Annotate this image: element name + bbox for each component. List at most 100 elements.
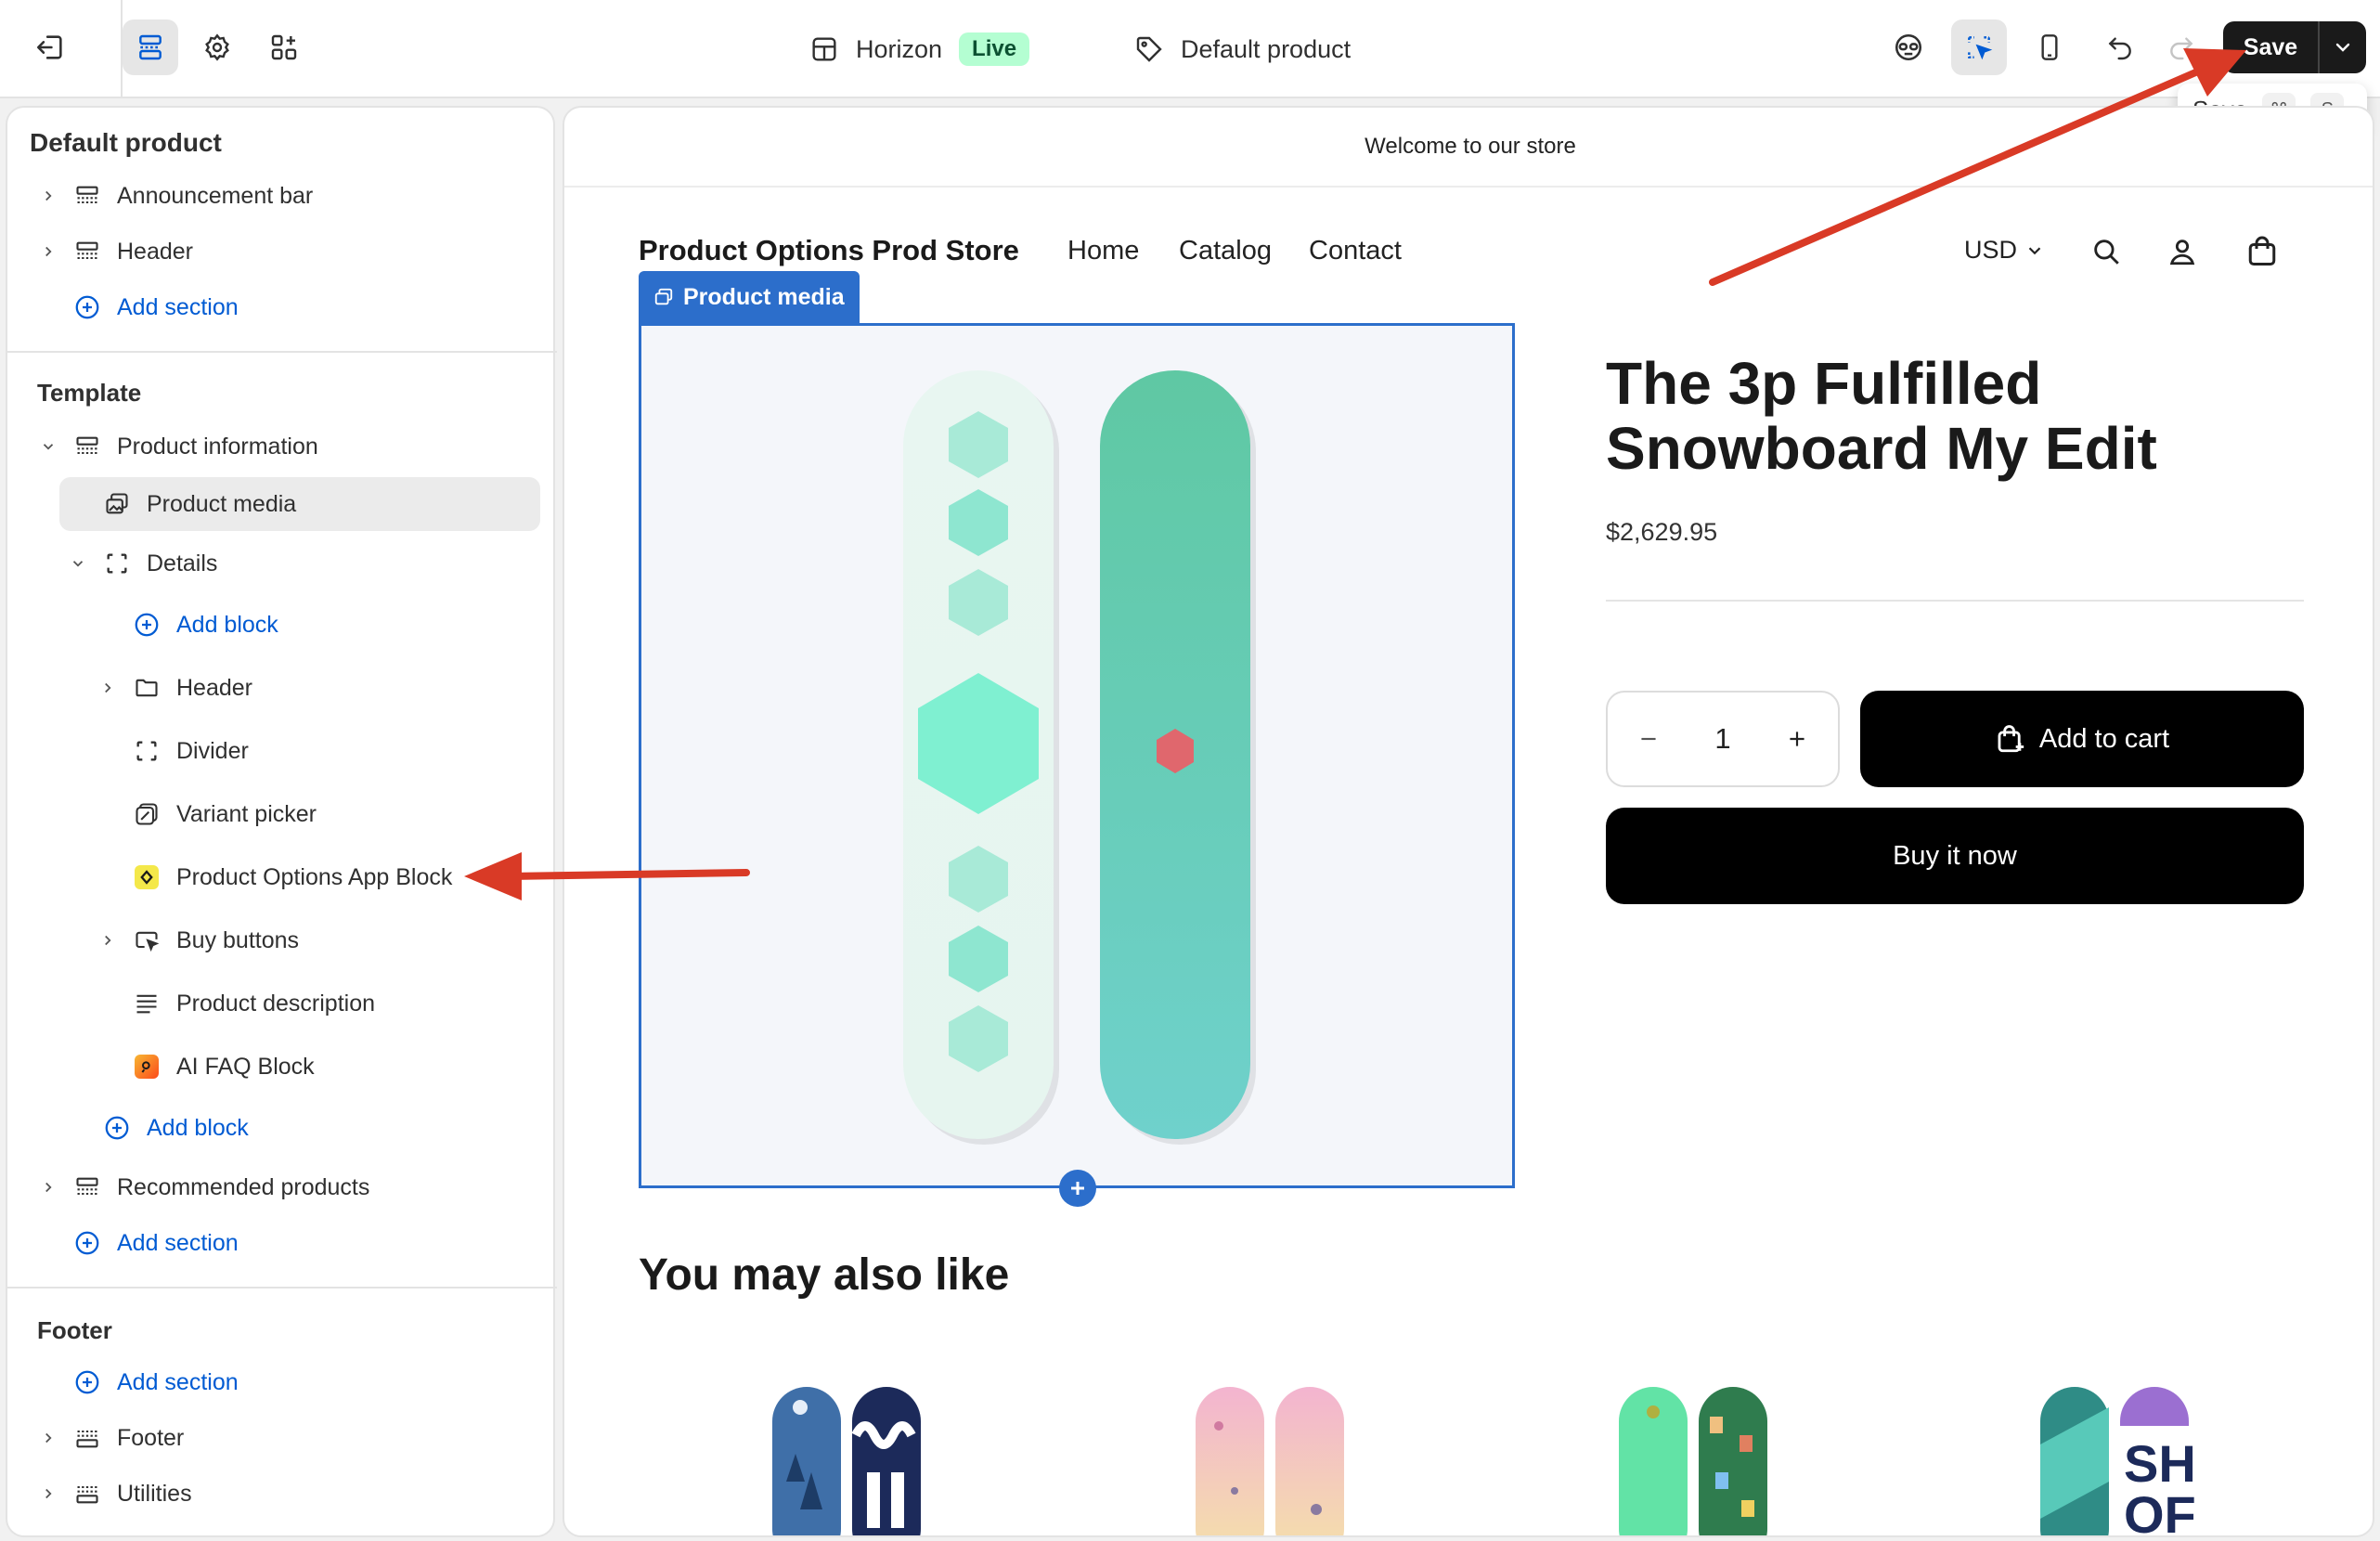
- undo-button[interactable]: [2092, 19, 2148, 75]
- chevron-right-icon: [45, 246, 52, 257]
- plus-circle-icon: [75, 1370, 99, 1394]
- sidebar-block-header[interactable]: Header: [95, 661, 252, 715]
- cart-button[interactable]: [2243, 232, 2282, 271]
- sidebar-block-product-options-app[interactable]: Product Options App Block: [132, 850, 452, 904]
- sidebar-block-product-description[interactable]: Product description: [132, 977, 375, 1030]
- nav-link-contact[interactable]: Contact: [1309, 236, 1402, 266]
- chevron-down-icon: [72, 561, 84, 567]
- ai-assistant-button[interactable]: [1881, 19, 1936, 75]
- sidebar-item-announcement-bar[interactable]: Announcement bar: [35, 169, 313, 223]
- redo-button[interactable]: [2154, 19, 2209, 75]
- quantity-increase-button[interactable]: [1780, 722, 1814, 756]
- currency-selector[interactable]: USD: [1964, 236, 2045, 265]
- sidebar-title: Default product: [30, 128, 222, 157]
- add-block-details-button[interactable]: Add block: [132, 598, 278, 652]
- sidebar-item-label: Announcement bar: [117, 182, 314, 209]
- save-button-group: Save: [2223, 21, 2366, 73]
- exit-button[interactable]: [22, 19, 78, 75]
- group-block-icon: [107, 553, 127, 574]
- theme-name: Horizon: [856, 34, 943, 63]
- sidebar-item-label: AI FAQ Block: [176, 1053, 315, 1080]
- product-media-tag[interactable]: Product media: [639, 271, 860, 323]
- search-button[interactable]: [2087, 232, 2126, 271]
- sidebar-item-label: Product media: [147, 490, 297, 517]
- sidebar-item-header[interactable]: Header: [35, 225, 193, 278]
- text-lines-icon: [136, 994, 157, 1014]
- chevron-right-icon: [45, 190, 52, 201]
- group-block-icon: [136, 741, 157, 761]
- sidebar-block-buy-buttons[interactable]: Buy buttons: [95, 913, 299, 967]
- chevron-right-icon: [105, 682, 111, 693]
- plus-icon: [1790, 732, 1804, 746]
- chevron-right-icon: [45, 1182, 52, 1193]
- user-icon: [2169, 240, 2195, 265]
- product-price: $2,629.95: [1606, 518, 1718, 546]
- save-button[interactable]: Save: [2223, 21, 2318, 73]
- button-cursor-icon: [136, 931, 160, 952]
- sidebar-item-product-information[interactable]: Product information: [35, 420, 318, 473]
- recommended-product-image[interactable]: [1600, 1370, 1786, 1537]
- sections-sidebar: Default product Announcement bar Header …: [6, 106, 557, 1537]
- sidebar-item-label: Details: [147, 550, 218, 576]
- add-block-product-info-button[interactable]: Add block: [102, 1101, 249, 1155]
- add-block-below-button[interactable]: [1059, 1170, 1096, 1207]
- sidebar-item-details[interactable]: Details: [65, 537, 217, 590]
- sidebar-block-divider[interactable]: Divider: [132, 724, 249, 778]
- add-section-label: Add section: [117, 293, 239, 320]
- nav-link-catalog[interactable]: Catalog: [1179, 236, 1272, 266]
- product-media-frame[interactable]: [639, 323, 1515, 1188]
- product-options-app-icon: [135, 865, 159, 889]
- sections-icon: [139, 34, 162, 60]
- svg-text:OF: OF: [2124, 1485, 2196, 1537]
- nav-link-home[interactable]: Home: [1067, 236, 1139, 266]
- theme-settings-tab[interactable]: [189, 19, 245, 75]
- sidebar-block-variant-picker[interactable]: Variant picker: [132, 787, 317, 841]
- add-section-header-button[interactable]: Add section: [72, 280, 239, 334]
- announcement-bar[interactable]: Welcome to our store: [564, 108, 2373, 188]
- plus-circle-icon: [75, 1231, 99, 1255]
- apps-tab[interactable]: [256, 19, 312, 75]
- section-icon: [76, 436, 98, 455]
- section-icon: [76, 1177, 98, 1196]
- sidebar-divider: [7, 351, 557, 353]
- template-selector[interactable]: Default product: [1134, 24, 1351, 74]
- sidebar-item-footer[interactable]: Footer: [35, 1411, 184, 1465]
- add-block-label: Add block: [176, 611, 278, 638]
- sidebar-block-ai-faq[interactable]: AI FAQ Block: [132, 1040, 315, 1094]
- layout-icon: [812, 37, 836, 61]
- recommended-product-image[interactable]: [1177, 1370, 1363, 1537]
- sidebar-item-recommended-products[interactable]: Recommended products: [35, 1160, 369, 1214]
- section-icon: [76, 241, 98, 260]
- account-button[interactable]: [2163, 232, 2202, 271]
- section-icon: [76, 1430, 98, 1448]
- sidebar-item-label: Product Options App Block: [176, 863, 453, 890]
- quantity-decrease-button[interactable]: [1632, 722, 1665, 756]
- add-section-footer-button[interactable]: Add section: [72, 1355, 239, 1409]
- sidebar-item-utilities[interactable]: Utilities: [35, 1467, 192, 1521]
- sidebar-item-label: Variant picker: [176, 800, 317, 827]
- sidebar-divider: [7, 1287, 557, 1288]
- add-to-cart-button[interactable]: Add to cart: [1860, 691, 2304, 787]
- recommended-product-image[interactable]: [754, 1370, 939, 1537]
- mobile-preview-button[interactable]: [2022, 19, 2077, 75]
- sidebar-item-product-media[interactable]: Product media: [59, 477, 540, 531]
- recommended-product-image[interactable]: SH OF: [2022, 1370, 2207, 1537]
- sidebar-item-label: Product information: [117, 433, 318, 460]
- buy-it-now-button[interactable]: Buy it now: [1606, 808, 2304, 904]
- add-section-template-button[interactable]: Add section: [72, 1216, 239, 1270]
- theme-selector[interactable]: Horizon Live: [809, 24, 1030, 74]
- add-to-bag-icon: [1998, 725, 2024, 753]
- store-logo-text[interactable]: Product Options Prod Store: [639, 234, 1019, 267]
- quantity-value[interactable]: 1: [1714, 722, 1730, 756]
- sections-tab[interactable]: [123, 19, 178, 75]
- sidekick-icon: [1895, 33, 1922, 61]
- plus-circle-icon: [75, 295, 99, 319]
- sidebar-item-label: Utilities: [117, 1480, 192, 1507]
- section-icon: [76, 186, 98, 204]
- add-section-label: Add section: [117, 1368, 239, 1395]
- sidebar-item-label: Divider: [176, 737, 249, 764]
- save-options-button[interactable]: [2318, 21, 2366, 73]
- inspector-toggle[interactable]: [1951, 19, 2007, 75]
- storefront-preview: Welcome to our store Product Options Pro…: [563, 106, 2374, 1537]
- variant-picker-icon: [136, 803, 158, 825]
